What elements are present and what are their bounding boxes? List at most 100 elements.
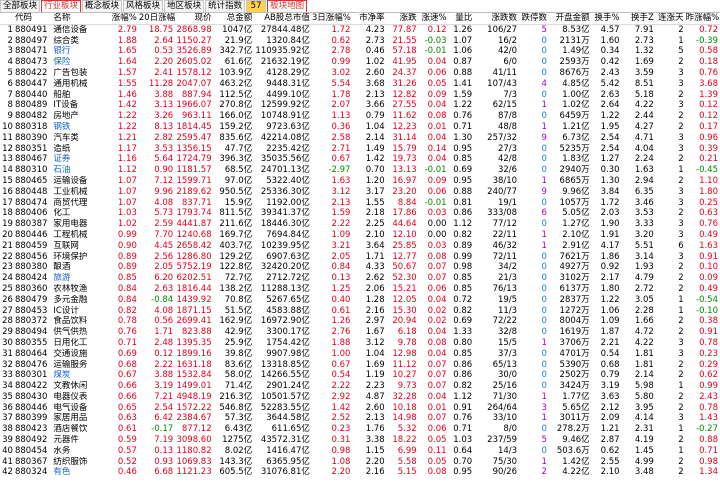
cell-6: 103.9亿 [219, 67, 253, 78]
cell-3: 1.42 [106, 100, 139, 112]
table-row[interactable]: 35 880430 电器仪表 0.66 7.21 4948.19 216.3亿 10501.5… [0, 392, 720, 403]
cell-8: 0.40 [311, 294, 353, 306]
cell-3: 0.76 [117, 327, 137, 338]
tab-4[interactable]: 地区板块 [164, 0, 205, 12]
table-row[interactable]: 21 880459 互联网 0.90 4.45 2658.42 403.7亿 10239.95… [0, 241, 720, 252]
column-header-11[interactable]: 涨速% [418, 13, 449, 25]
cell-7: 1754.42亿 [254, 337, 312, 349]
table-row[interactable]: 20 880446 工程机械 0.99 7.70 1240.68 169.7亿 7694.84… [0, 229, 720, 241]
table-row[interactable]: 33 880301 煤炭 0.67 3.88 1532.84 58.0亿 14266.55亿 0… [0, 370, 720, 381]
table-row[interactable]: 22 880456 环境保护 0.89 2.56 1286.80 129.2亿 6907.63… [0, 251, 720, 263]
cell-1: 880380 [14, 262, 48, 273]
cell-1: 880476 [14, 359, 54, 371]
column-header-6[interactable]: 总金额 [213, 13, 255, 25]
table-row[interactable]: 32 880476 运输服务 0.68 2.22 1631.18 83.6亿 13318.85… [0, 359, 720, 371]
table-row[interactable]: 40 880454 水务 0.57 0.13 1180.82 8.02亿 1416.47亿 0.… [0, 445, 720, 457]
column-header-5[interactable]: 现价 [175, 13, 214, 25]
column-header-3[interactable]: 涨幅% [106, 13, 139, 25]
tab-0[interactable]: 全部板块 [0, 0, 41, 12]
table-row[interactable]: 4 880473 保险 1.64 2.20 2605.02 61.6亿 21632.19亿 0.… [0, 57, 720, 68]
column-header-0[interactable] [0, 13, 15, 25]
cell-16: 0.42 [591, 57, 622, 68]
cell-7: 13318.85亿 [254, 359, 312, 371]
cell-12: 0.99 [448, 251, 475, 263]
table-row[interactable]: 29 880494 供气供热 0.76 1.71 823.88 42.9亿 3300.17亿 2… [0, 327, 720, 338]
table-row[interactable]: 11 880390 汽车类 1.21 2.82 2595.47 835.6亿 42214.08… [0, 133, 720, 144]
column-header-2[interactable]: 名称 [53, 13, 107, 25]
table-row[interactable]: 37 880399 家居用品 0.63 6.42 2384.67 57.3亿 3644.58亿… [0, 413, 720, 424]
tab-5[interactable]: 统计指数 [205, 0, 246, 12]
table-row[interactable]: 9 880482 房地产 1.22 3.26 963.11 166.0亿 10748.91亿 1… [0, 111, 720, 122]
column-header-9[interactable]: 市净率 [352, 13, 387, 25]
table-row[interactable]: 13 880467 证券 1.16 5.64 1724.79 396.3亿 35035.56亿… [0, 154, 720, 165]
table-row[interactable]: 2 880497 综合类 1.88 2.64 1150.27 21.9亿 1320.84亿 0.… [0, 35, 720, 47]
table-row[interactable]: 17 880474 商贸代理 1.07 4.08 837.71 15.9亿 1192.00亿 2… [0, 198, 720, 209]
tab-2[interactable]: 概念板块 [82, 0, 123, 12]
table-row[interactable]: 23 880380 酿酒 0.89 2.05 5752.19 122.8亿 32420.20亿… [0, 262, 720, 273]
cell-2: 食品饮料 [53, 316, 107, 328]
table-row[interactable]: 41 880367 纺织服饰 0.52 0.93 1069.83 143.3亿 6365.95… [0, 457, 720, 468]
table-row[interactable]: 1 880491 通信设备 2.79 18.75 2868.98 1047亿 27844.48… [0, 24, 720, 35]
table-row[interactable]: 31 880464 交通设施 0.69 0.12 1899.16 39.8亿 9907.98亿… [0, 349, 720, 360]
cell-1: 880324 [14, 467, 54, 479]
cell-17: 3.05 [621, 294, 656, 306]
table-row[interactable]: 10 880318 钢铁 1.22 8.13 1814.45 159.2亿 9723.63亿 0… [0, 121, 720, 133]
table-row[interactable]: 25 880360 农林牧渔 0.84 2.63 1816.44 138.2亿 11288.1… [0, 284, 720, 295]
tab-3[interactable]: 风格板块 [123, 0, 164, 12]
column-header-17[interactable]: 换手Z [621, 13, 656, 25]
tab-1[interactable]: 行业板块 [41, 0, 82, 12]
cell-17: 1.81 [634, 348, 654, 359]
cell-7: 18446.30亿 [260, 219, 310, 230]
cell-5: 2868.98 [176, 24, 212, 35]
table-row[interactable]: 30 880355 日用化工 0.71 2.48 1395.35 25.9亿 1754.42亿… [0, 337, 720, 349]
column-header-18[interactable]: 连涨天 [655, 13, 686, 25]
cell-15: 6865万 [559, 175, 590, 186]
table-row[interactable]: 7 880440 船舶 1.46 3.88 887.94 112.5亿 4499.10亿 1.7… [0, 90, 720, 101]
cell-10: 44.64 [392, 219, 417, 230]
cell-5: 1286.80 [175, 251, 214, 263]
column-header-7[interactable]: AB股总市值 [254, 13, 312, 25]
column-header-14[interactable]: 跌停数 [519, 13, 549, 25]
cell-14: 4 [519, 78, 549, 90]
cell-18: 2 [678, 175, 684, 186]
table-row[interactable]: 26 880479 多元金融 0.84 -0.84 1439.92 70.8亿 5267.65… [0, 294, 720, 306]
table-row[interactable]: 27 880453 IC设计 0.82 4.08 1871.15 51.5亿 4583.88亿… [0, 306, 720, 317]
table-row[interactable]: 5 880422 广告包装 1.57 2.41 1578.12 103.9亿 4128.29亿… [0, 68, 720, 79]
cell-18: 2 [655, 208, 686, 220]
cell-4: 0.93 [154, 456, 174, 467]
cell-8: 0.61 [331, 305, 351, 316]
column-header-4[interactable]: 20日涨幅% [138, 13, 176, 25]
table-row[interactable]: 16 880448 工业机械 1.07 9.96 2189.62 950.5亿 25336.3… [0, 186, 720, 198]
cell-10: 6.99 [386, 445, 419, 457]
column-header-15[interactable]: 开盘金额 [548, 13, 592, 25]
cell-14: 1 [519, 337, 549, 349]
table-row[interactable]: 42 880324 有色 0.46 6.68 1121.23 605.5亿 31076.81亿… [0, 467, 720, 479]
cell-4: 9.96 [138, 186, 176, 198]
column-header-19[interactable]: 昨涨幅% [685, 13, 720, 25]
table-row[interactable]: 38 880423 酒店餐饮 0.61 -0.17 877.12 6.43亿 611.65亿 0… [0, 424, 720, 436]
table-row[interactable]: 8 880489 IT设备 1.42 3.13 1966.07 270.8亿 12599.92… [0, 100, 720, 112]
column-header-16[interactable]: 换手% [591, 13, 622, 25]
table-row[interactable]: 12 880351 造纸 1.17 3.53 1356.15 47.7亿 2235.42亿 2.… [0, 143, 720, 155]
table-row[interactable]: 28 880372 食品饮料 0.78 0.56 2699.41 162.9亿 16972.9… [0, 316, 720, 328]
table-row[interactable]: 14 880310 石油 1.12 0.90 1181.57 68.5亿 24701.13亿 -… [0, 165, 720, 176]
tab-6[interactable]: 57 [246, 0, 267, 12]
table-row[interactable]: 15 880465 运输设备 1.07 7.12 1599.71 97.0亿 5322.40亿… [0, 176, 720, 187]
column-header-12[interactable]: 量比 [448, 13, 475, 25]
cell-6: 68.5亿 [213, 165, 255, 176]
table-row[interactable]: 24 880424 旅游 0.85 6.20 6202.51 72.7亿 2712.72亿 0.… [0, 273, 720, 284]
table-row[interactable]: 18 880406 化工 1.03 5.73 1793.74 811.5亿 39341.37亿… [0, 208, 720, 220]
table-row[interactable]: 3 880471 银行 1.65 0.53 3526.89 342.7亿 110935.92亿… [0, 46, 720, 57]
column-header-1[interactable]: 代码 [14, 13, 54, 25]
column-header-8[interactable]: 3日涨幅% [311, 13, 353, 25]
table-row[interactable]: 36 880446 电气设备 0.65 2.54 1572.22 546.8亿 52283.5… [0, 402, 720, 414]
cell-7: 42214.08亿 [260, 132, 310, 143]
column-header-13[interactable]: 涨跌数 [474, 13, 520, 25]
table-row[interactable]: 34 880422 文教休闲 0.66 3.19 1499.01 71.4亿 2901.24亿… [0, 381, 720, 392]
table-row[interactable]: 6 880447 通用机械 1.55 11.28 2047.07 463.2亿 9448.31… [0, 78, 720, 90]
cell-0: 10 [0, 121, 15, 133]
table-row[interactable]: 39 880492 元器件 0.59 7.19 3098.60 1275亿 43572.31亿… [0, 435, 720, 446]
column-header-10[interactable]: 涨跌 [386, 13, 419, 25]
tab-7[interactable]: 板块地图 [267, 0, 308, 12]
table-row[interactable]: 19 880387 家用电器 1.02 2.59 4441.87 211.6亿 18446.3… [0, 219, 720, 230]
